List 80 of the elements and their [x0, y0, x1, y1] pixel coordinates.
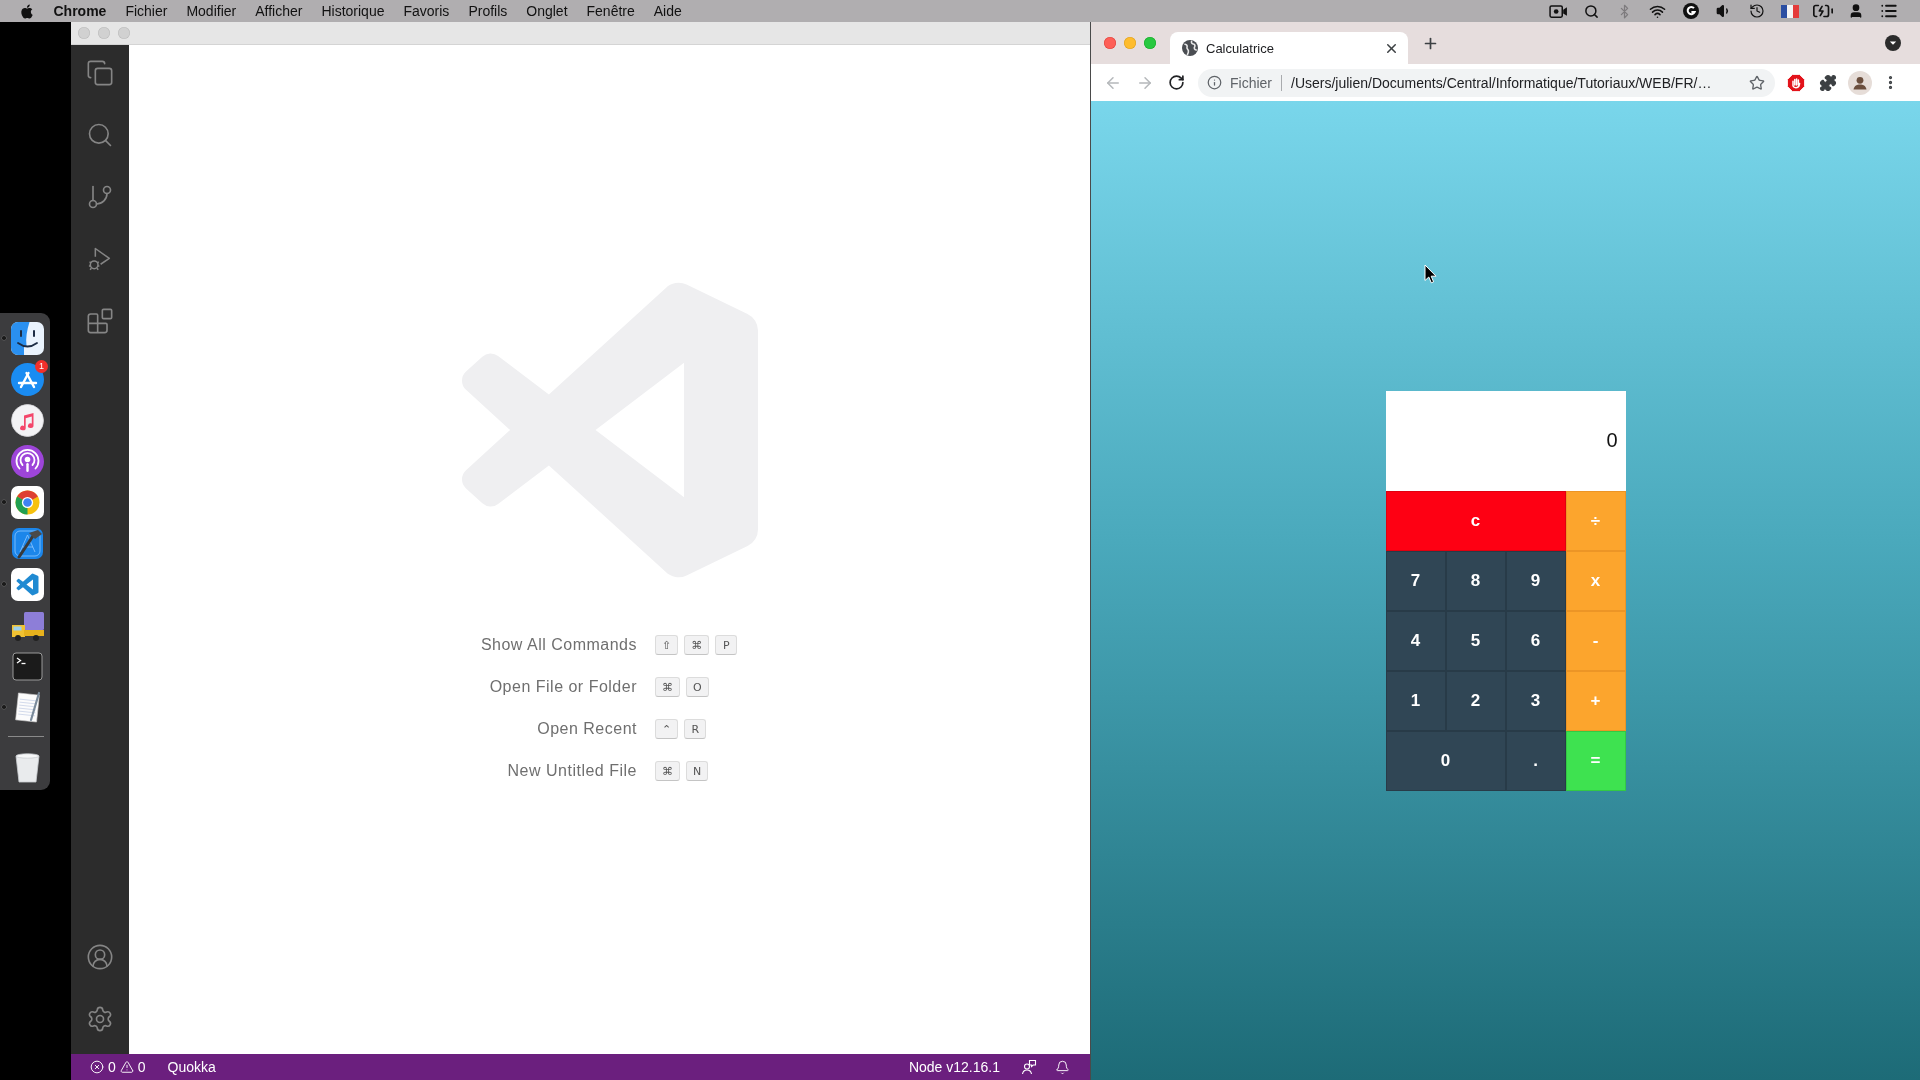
keyboard-key: R: [684, 719, 707, 739]
menu-item[interactable]: Aide: [644, 0, 692, 22]
files-icon[interactable]: [86, 59, 114, 87]
url-text: /Users/julien/Documents/Central/Informatique/Tutoriaux/WEB/FR/…: [1291, 74, 1712, 91]
menu-item[interactable]: Fichier: [115, 0, 177, 22]
command-label: Open File or Folder: [489, 678, 637, 696]
reload-icon[interactable]: [1168, 74, 1185, 91]
info-icon[interactable]: [1207, 75, 1222, 90]
star-icon[interactable]: [1749, 74, 1765, 91]
digit-key[interactable]: 8: [1445, 550, 1506, 611]
digit-key[interactable]: 6: [1505, 610, 1566, 671]
clock-icon[interactable]: [1748, 3, 1765, 19]
menu-item[interactable]: Historique: [311, 0, 394, 22]
apple-logo-icon[interactable]: [20, 2, 34, 20]
keyboard-key: O: [686, 677, 709, 697]
list-icon[interactable]: [1879, 2, 1898, 20]
account-icon[interactable]: [86, 943, 114, 971]
keyboard-key: ⌘: [684, 635, 710, 655]
branch-icon[interactable]: [86, 183, 114, 211]
video-camera-icon[interactable]: [1549, 3, 1568, 19]
app-menu[interactable]: Chrome: [44, 0, 116, 22]
address-bar[interactable]: Fichier /Users/julien/Documents/Central/Informatique/Tutoriaux/WEB/FR/…: [1198, 68, 1775, 97]
search-icon[interactable]: [1584, 3, 1599, 19]
settings-icon[interactable]: [86, 1005, 114, 1033]
warning-icon: [119, 1060, 134, 1074]
digit-key[interactable]: 3: [1505, 670, 1566, 731]
chevron-circle-icon[interactable]: [1885, 35, 1901, 51]
command-label: Open Recent: [537, 720, 637, 738]
command-label: New Untitled File: [507, 762, 637, 780]
tab-title: Calculatrice: [1206, 40, 1274, 56]
globe-icon: [1182, 40, 1198, 56]
digit-key[interactable]: 7: [1385, 550, 1446, 611]
menu-item[interactable]: Onglet: [516, 0, 578, 22]
avatar-icon[interactable]: [1848, 70, 1872, 95]
keyboard-key: ⌃: [655, 719, 679, 739]
digit-key[interactable]: .: [1505, 730, 1566, 791]
digit-key[interactable]: 1: [1385, 670, 1446, 731]
notification-badge: 1: [35, 359, 48, 373]
menu-item[interactable]: Afficher: [245, 0, 312, 22]
feedback-icon[interactable]: [1021, 1059, 1037, 1075]
round-logo-icon[interactable]: [1682, 3, 1699, 19]
problems-button[interactable]: 0 0: [87, 1056, 149, 1078]
search-icon[interactable]: [86, 121, 114, 149]
keyboard-key: ⌘: [655, 761, 680, 781]
keyboard-key: N: [686, 761, 709, 781]
digit-key[interactable]: 2: [1445, 670, 1506, 731]
calculator-display: 0: [1385, 390, 1626, 491]
mouse-pointer-icon: [1424, 264, 1437, 284]
clear-key[interactable]: c: [1385, 490, 1566, 551]
menu-item[interactable]: Profils: [458, 0, 517, 22]
digit-key[interactable]: 0: [1385, 730, 1506, 791]
browser-tab[interactable]: Calculatrice: [1170, 32, 1408, 64]
music-note-icon[interactable]: [11, 403, 44, 437]
digit-key[interactable]: 5: [1445, 610, 1506, 671]
stop-hand-icon[interactable]: [1787, 73, 1805, 92]
scheme-label: Fichier: [1230, 74, 1272, 91]
a-shape-icon[interactable]: [11, 362, 44, 396]
bell-icon[interactable]: [1055, 1059, 1070, 1075]
flag-icon[interactable]: [1780, 4, 1799, 18]
puzzle-icon[interactable]: [1819, 73, 1837, 92]
status-item[interactable]: Quokka: [164, 1056, 219, 1078]
menu-item[interactable]: Modifier: [176, 0, 246, 22]
hammer-icon[interactable]: [11, 526, 44, 560]
error-icon: [90, 1060, 104, 1074]
smiling-face-icon[interactable]: [11, 321, 44, 355]
status-item[interactable]: Node v12.16.1: [905, 1056, 1003, 1078]
keyboard-key: ⌘: [655, 677, 680, 697]
keyboard-key: P: [715, 635, 738, 655]
window-close-button[interactable]: [1104, 37, 1116, 49]
browser-icon[interactable]: [11, 485, 44, 519]
keyboard-key: ⇧: [655, 635, 679, 655]
blocks-icon[interactable]: [86, 307, 114, 335]
terminal-icon[interactable]: [11, 649, 44, 683]
digit-key[interactable]: 4: [1385, 610, 1446, 671]
menu-item[interactable]: Favoris: [393, 0, 459, 22]
code-editor-icon[interactable]: [11, 567, 44, 601]
broadcast-icon[interactable]: [11, 444, 44, 478]
menu-item[interactable]: Fenêtre: [577, 0, 645, 22]
digit-key[interactable]: 9: [1505, 550, 1566, 611]
command-label: Show All Commands: [480, 636, 637, 654]
